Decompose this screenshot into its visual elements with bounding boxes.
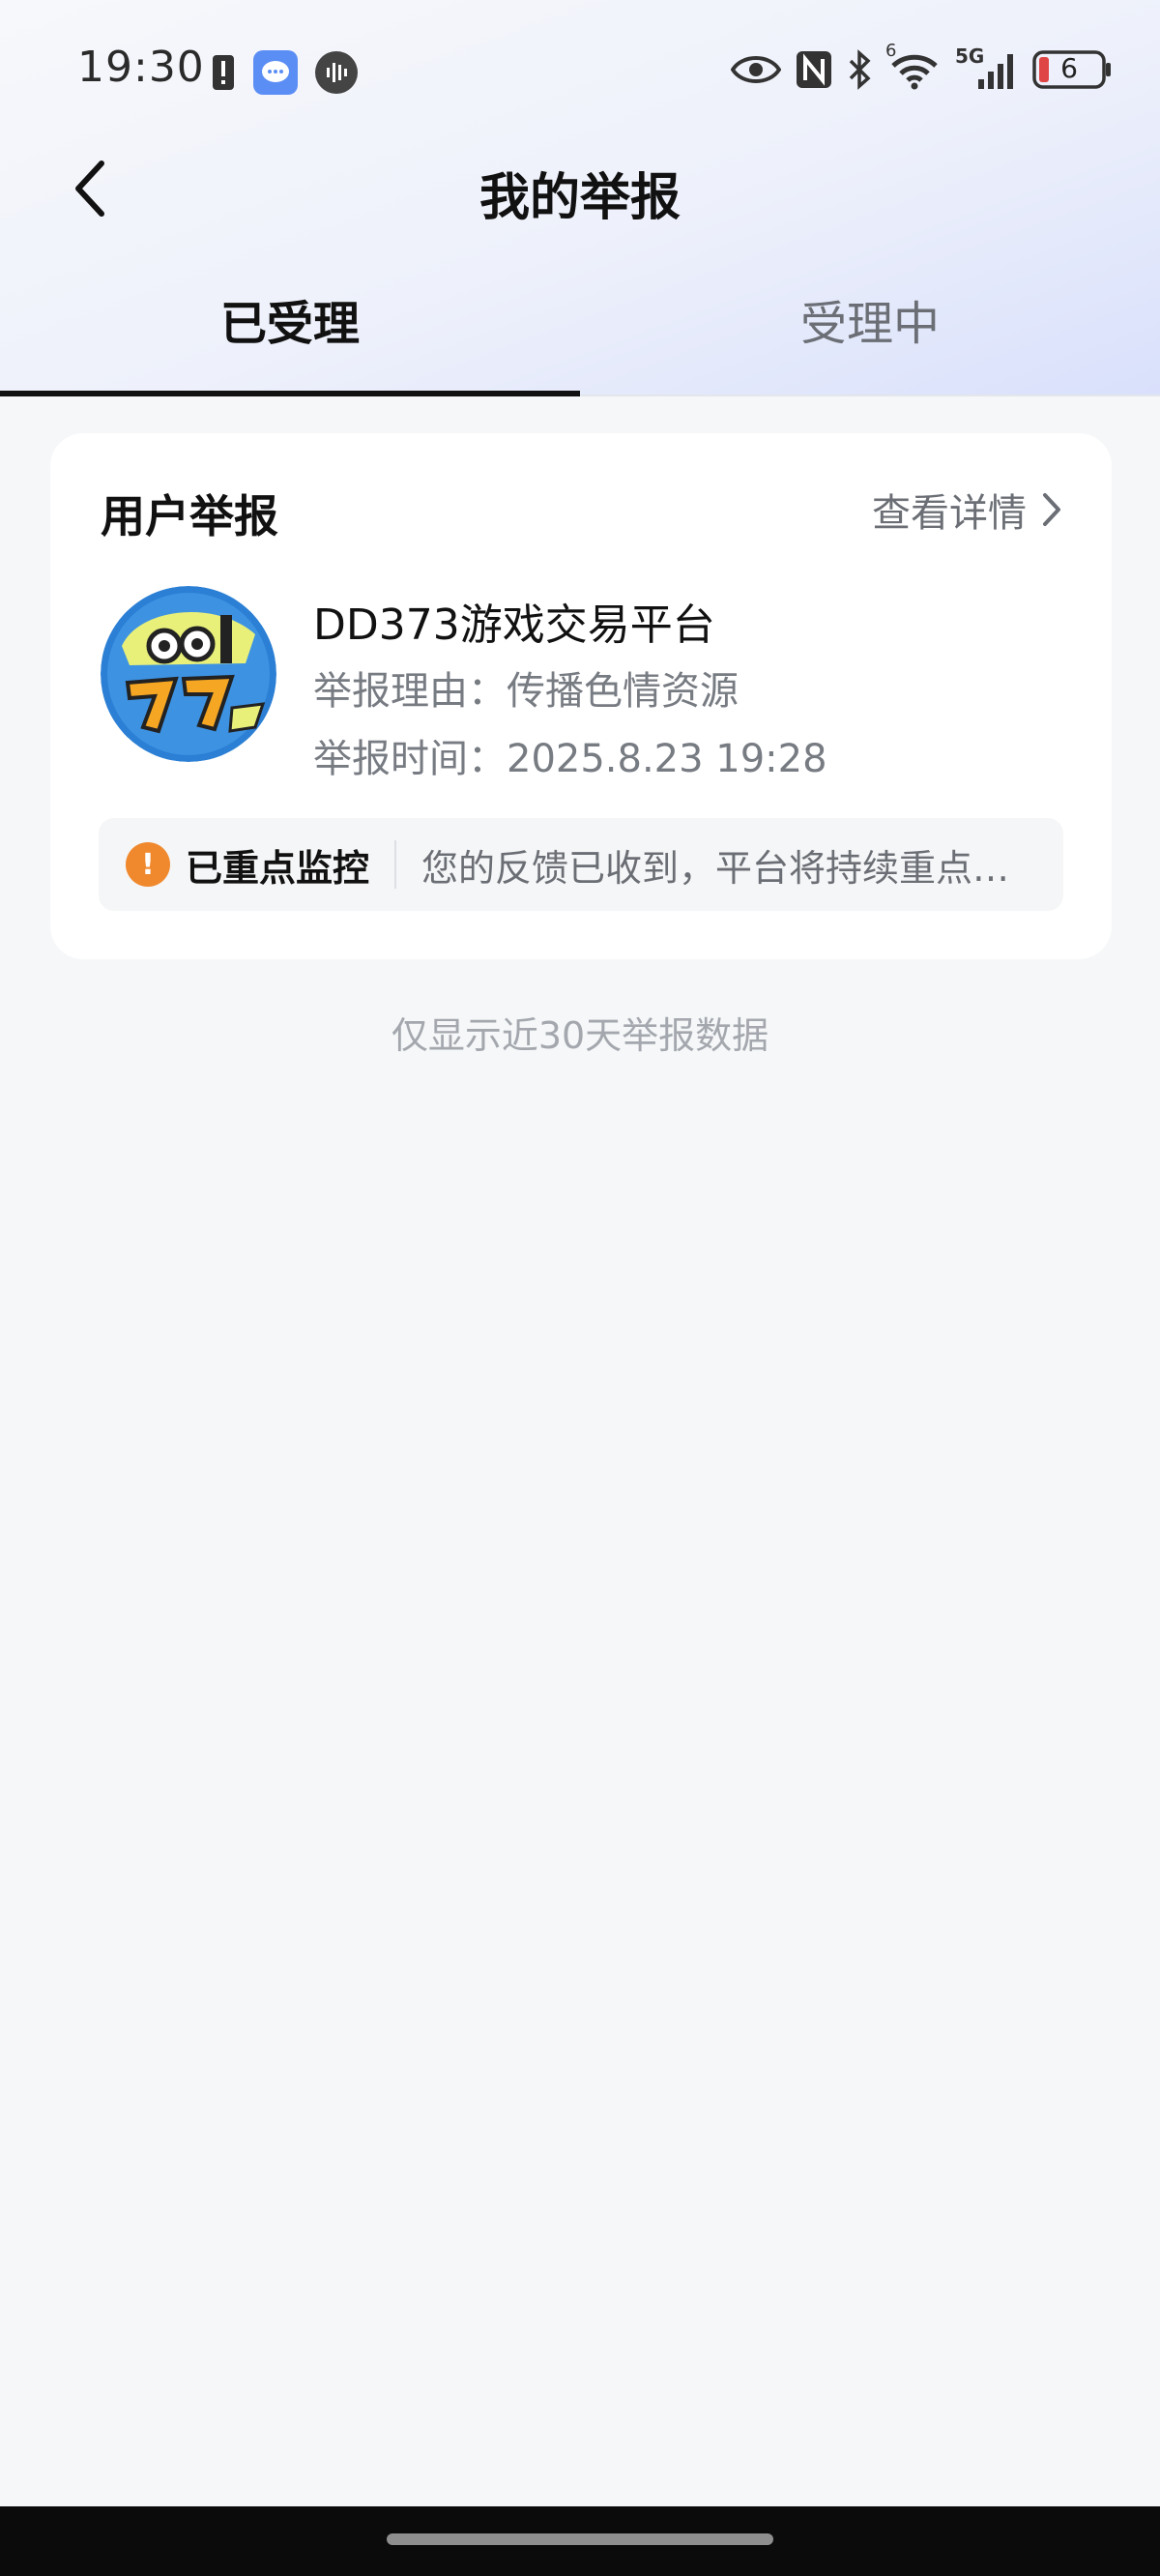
notice-text: 您的反馈已收到，平台将持续重点…: [421, 846, 1010, 890]
alert-icon: [213, 55, 234, 90]
notice-bar[interactable]: ! 已重点监控 您的反馈已收到，平台将持续重点…: [99, 818, 1063, 911]
voice-app-icon: [315, 51, 358, 94]
status-right-icons: 6 5G 6: [731, 41, 1112, 91]
tab-accepted[interactable]: 已受理: [0, 280, 580, 396]
system-navigation-bar: [0, 2506, 1160, 2576]
report-card[interactable]: 用户举报 查看详情 DD373游戏交易平台 举报理由：传播色情资源 举报时间：2…: [50, 433, 1112, 959]
eye-icon: [731, 56, 781, 83]
wifi-icon: [891, 54, 938, 90]
view-detail-label: 查看详情: [872, 491, 1027, 536]
home-indicator[interactable]: [387, 2533, 773, 2545]
bluetooth-icon: [849, 49, 871, 90]
cellular-status: 5G: [955, 44, 1019, 91]
status-left-icons: [211, 50, 358, 95]
app-logo: [101, 586, 276, 762]
report-reason: 举报理由：传播色情资源: [313, 669, 739, 714]
signal-icon: [978, 54, 1013, 89]
battery-level: 6: [1060, 52, 1078, 84]
notice-status: 已重点监控: [186, 846, 370, 890]
status-time: 19:30: [77, 43, 205, 92]
page-title: 我的举报: [478, 169, 681, 227]
app-name: DD373游戏交易平台: [313, 600, 715, 650]
app-logo-image: [101, 586, 276, 762]
nfc-icon: [797, 51, 831, 88]
tab-processing-label: 受理中: [799, 297, 940, 351]
battery-status: 6: [1032, 49, 1112, 90]
notice-divider: [394, 840, 397, 889]
tab-processing[interactable]: 受理中: [580, 280, 1160, 395]
report-time: 举报时间：2025.8.23 19:28: [313, 737, 827, 781]
wifi-status: 6: [885, 41, 942, 91]
message-app-icon: [253, 50, 298, 95]
nav-bar: 我的举报: [0, 145, 1160, 232]
view-detail-link[interactable]: 查看详情: [872, 482, 1063, 538]
chevron-right-icon: [1043, 493, 1060, 526]
warning-icon: !: [126, 842, 170, 887]
footer-note: 仅显示近30天举报数据: [391, 1014, 769, 1057]
card-title: 用户举报: [101, 490, 278, 542]
tab-bar: 已受理 受理中: [0, 280, 1160, 396]
tab-accepted-label: 已受理: [219, 297, 360, 351]
status-bar: 19:30 6 5G 6: [0, 0, 1160, 135]
tab-indicator: [0, 391, 580, 396]
